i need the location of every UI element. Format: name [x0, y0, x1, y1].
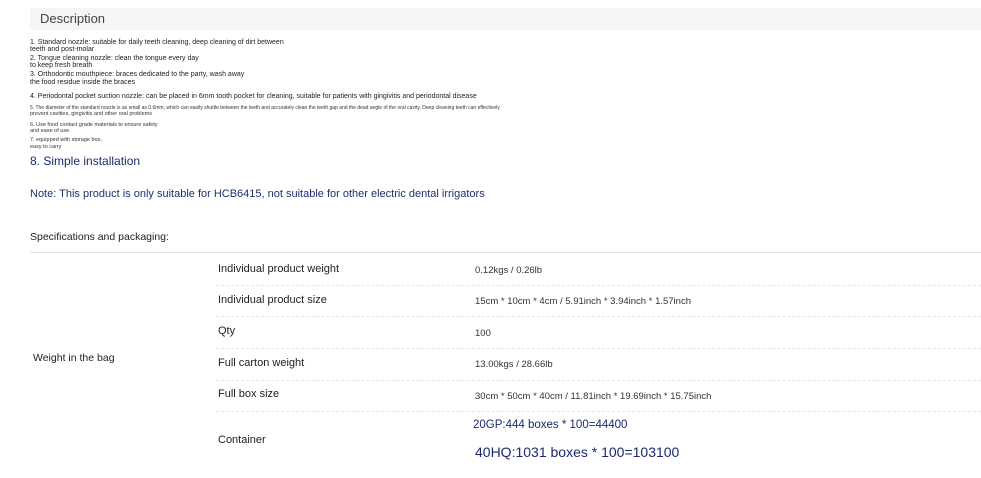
row-divider: [216, 348, 981, 349]
description-title: Description: [40, 11, 106, 26]
row-divider: [216, 285, 981, 286]
specs-title: Specifications and packaging:: [30, 231, 169, 243]
row-divider: [216, 380, 981, 381]
desc-line-2b: to keep fresh breath: [30, 62, 93, 69]
spec-label-size: Individual product size: [218, 294, 327, 306]
desc-line-6b: and ease of use: [30, 128, 70, 134]
row-divider: [216, 316, 981, 317]
desc-line-3b: the food residue inside the braces: [30, 79, 136, 86]
spec-label-weight: Individual product weight: [218, 263, 340, 275]
specs-top-divider: [30, 252, 981, 253]
spec-value-container-40hq: 40HQ:1031 boxes * 100=103100: [475, 444, 680, 460]
desc-line-3: 3. Orthodontic mouthpiece: braces dedica…: [30, 71, 245, 78]
spec-label-container: Container: [218, 434, 266, 446]
specs-group-label: Weight in the bag: [33, 352, 115, 364]
desc-line-7b: easy to carry: [30, 144, 62, 150]
spec-label-carton-weight: Full carton weight: [218, 357, 305, 369]
description-header: Description: [30, 8, 981, 30]
desc-line-7: 7. equipped with storage box,: [30, 137, 102, 143]
desc-line-1: 1. Standard nozzle: suitable for daily t…: [30, 39, 284, 46]
compatibility-note: Note: This product is only suitable for …: [30, 188, 485, 200]
spec-value-carton-weight: 13.00kgs / 28.66lb: [475, 359, 553, 370]
spec-value-qty: 100: [475, 328, 491, 339]
desc-item-8: 8. Simple installation: [30, 154, 141, 168]
spec-value-container-20gp: 20GP:444 boxes * 100=44400: [473, 419, 628, 431]
row-divider: [216, 411, 981, 412]
desc-line-4: 4. Periodontal pocket suction nozzle: ca…: [30, 93, 477, 100]
desc-line-5b: prevent cavities, gingivitis and other o…: [30, 111, 152, 117]
spec-value-size: 15cm * 10cm * 4cm / 5.91inch * 3.94inch …: [475, 296, 691, 307]
spec-value-box-size: 30cm * 50cm * 40cm / 11.81inch * 19.69in…: [475, 391, 712, 402]
desc-line-1b: teeth and post-molar: [30, 46, 95, 53]
spec-label-box-size: Full box size: [218, 388, 280, 400]
desc-line-2: 2. Tongue cleaning nozzle: clean the ton…: [30, 55, 199, 62]
spec-value-weight: 0.12kgs / 0.26lb: [475, 265, 543, 276]
spec-label-qty: Qty: [218, 325, 236, 337]
